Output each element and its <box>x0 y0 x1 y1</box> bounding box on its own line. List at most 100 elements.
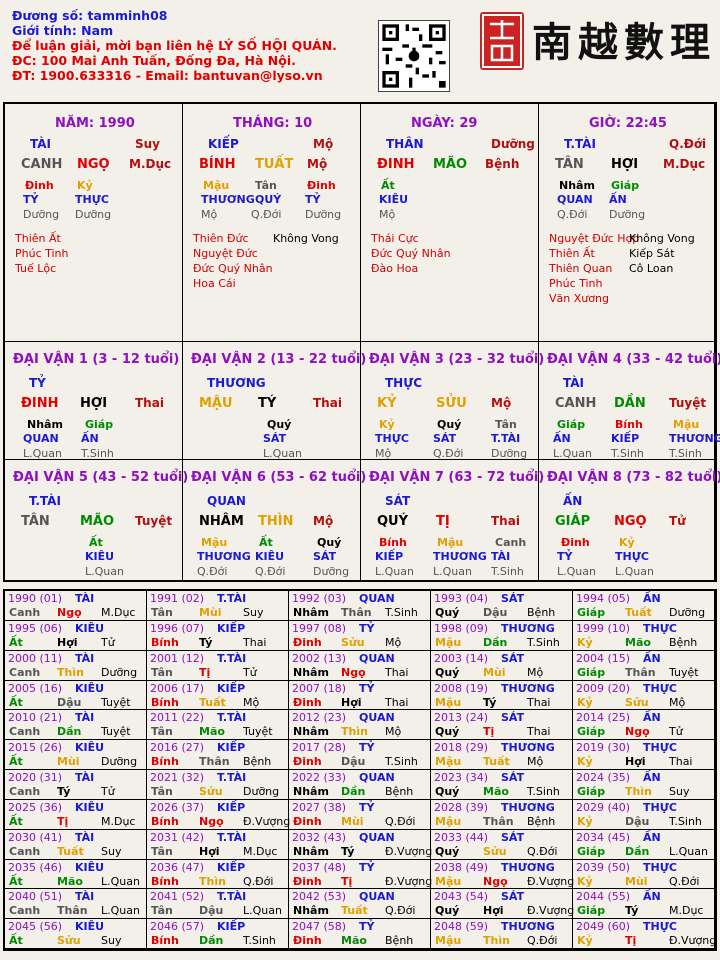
year-god: SÁT <box>501 771 525 784</box>
dai-van-stem: CANH <box>555 396 597 411</box>
dai-van-cell: ĐẠI VẬN 5 (43 - 52 tuổi) T.TÀI TÂN MÃO Tuyệt… <box>5 460 188 580</box>
year-branch: Ngọ <box>483 874 508 888</box>
hidden-life: Q.Đới <box>251 208 282 221</box>
year-cell: 2019 (30) THỰC Kỷ Hợi Thai <box>573 740 715 770</box>
year-stem: Giáp <box>577 725 606 739</box>
year-branch: Sửu <box>483 844 507 858</box>
year-god: THƯƠNG <box>501 681 555 695</box>
auspicious-star: Nguyệt Đức Hợp <box>549 232 640 245</box>
pillar-branch: NGỌ <box>77 157 110 172</box>
year-branch: Tuất <box>625 606 652 619</box>
year-cell: 2000 (11) TÀI Canh Thìn Dưỡng <box>5 650 147 681</box>
year-cell: 2037 (48) TỶ Đinh Tị Đ.Vượng <box>289 859 433 890</box>
year-branch: Dậu <box>199 904 224 918</box>
pillar-stem: BÍNH <box>199 157 236 172</box>
year-life: Bệnh <box>669 635 698 649</box>
pillar-title: THÁNG: 10 <box>233 116 313 131</box>
year-stem: Đinh <box>293 874 322 888</box>
year-cell: 2044 (55) ẤN Giáp Tý M.Dục <box>573 889 715 920</box>
year-stem: Mậu <box>435 814 462 828</box>
year-label: 2013 (24) <box>434 711 489 725</box>
year-label: 2004 (15) <box>576 651 631 665</box>
dai-van-stem: ĐINH <box>21 396 59 411</box>
pillar-stem: TÂN <box>555 157 584 172</box>
year-branch: Hợi <box>483 904 504 918</box>
year-life: Đ.Vượng <box>385 874 433 888</box>
year-branch: Tị <box>341 874 353 888</box>
year-god: KIẾP <box>217 621 246 635</box>
year-branch: Sửu <box>341 635 365 649</box>
year-stem: Canh <box>9 844 41 858</box>
year-stem: Nhâm <box>293 725 329 739</box>
hidden-god: QUAN <box>23 432 59 445</box>
pillar-branch: TUẤT <box>255 157 294 172</box>
year-stem: Giáp <box>577 606 606 619</box>
year-cell: 2049 (60) THỰC Kỷ Tị Đ.Vượng <box>573 919 716 949</box>
year-branch: Mão <box>625 635 651 649</box>
seal-icon <box>480 12 524 70</box>
year-branch: Thìn <box>341 725 368 739</box>
year-life: Tử <box>101 635 115 649</box>
hidden-stem: Quý <box>437 418 462 431</box>
year-label: 1994 (05) <box>576 592 631 605</box>
year-branch: Thân <box>341 606 372 619</box>
dai-van-cell: ĐẠI VẬN 1 (3 - 12 tuổi) TỶ ĐINH HỢI Thai Nhâm… <box>5 342 183 460</box>
year-cell: 2007 (18) TỶ Đinh Hợi Thai <box>289 680 431 711</box>
year-cell: 2013 (24) SÁT Quý Tị Thai <box>431 710 573 741</box>
year-label: 2040 (51) <box>8 890 63 904</box>
dai-van-branch: DẦN <box>614 396 646 411</box>
hidden-life: Dưỡng <box>609 208 646 221</box>
year-stem: Ất <box>9 874 23 888</box>
hidden-life: Mộ <box>201 208 218 221</box>
year-life: Mộ <box>527 665 544 679</box>
address: ĐC: 100 Mai Anh Tuấn, Đống Đa, Hà Nội. <box>12 53 296 68</box>
year-life: Đ.Vượng <box>527 874 575 888</box>
year-stem: Kỷ <box>577 695 593 709</box>
dai-van-god: TỶ <box>29 376 46 390</box>
hidden-life: Q.Đới <box>255 565 286 578</box>
dai-van-branch: THÌN <box>258 514 294 529</box>
year-god: KIÊU <box>75 800 105 814</box>
year-stem: Canh <box>9 665 41 679</box>
year-label: 2032 (43) <box>292 830 347 844</box>
pillar-stem: CANH <box>21 157 63 172</box>
year-branch: Thìn <box>625 785 652 798</box>
year-stem: Quý <box>435 606 460 619</box>
dai-van-god: T.TÀI <box>29 494 61 508</box>
year-label: 2043 (54) <box>434 890 489 904</box>
brand-title: 南越數理 <box>532 19 716 66</box>
auspicious-star: Thiên Ất <box>549 247 595 260</box>
auspicious-star: Văn Xương <box>549 292 609 305</box>
year-branch: Tị <box>625 934 637 948</box>
year-cell: 2015 (26) KIÊU Ất Mùi Dưỡng <box>5 740 147 770</box>
year-stem: Tân <box>151 725 173 739</box>
hidden-stem: Tân <box>495 418 517 431</box>
dai-van-title: ĐẠI VẬN 8 (73 - 82 tuổi) <box>547 470 720 485</box>
pillar-god: KIẾP <box>208 137 239 151</box>
hidden-god: SÁT <box>433 432 457 445</box>
year-god: SÁT <box>501 651 525 665</box>
hidden-stem: Đinh <box>307 179 336 192</box>
pillar-stem: ĐINH <box>377 157 415 172</box>
pillar-cell: THÁNG: 10 KIẾP Mộ BÍNH TUẤT Mộ Mậu THƯƠNG Mộ Tân Q… <box>183 104 361 342</box>
year-label: 2015 (26) <box>8 741 63 755</box>
year-god: THƯƠNG <box>501 860 555 874</box>
hidden-stem: Mậu <box>673 418 700 431</box>
year-label: 1999 (10) <box>576 621 631 635</box>
owner-name: Đương số: tamminh08 <box>12 8 168 23</box>
year-label: 2018 (29) <box>434 741 489 755</box>
dai-van-cell: ĐẠI VẬN 2 (13 - 22 tuổi) THƯƠNG MẬU TÝ Thai Q… <box>183 342 366 460</box>
dai-van-life: Thai <box>313 396 342 410</box>
year-label: 2021 (32) <box>150 771 205 784</box>
year-life: Bệnh <box>527 606 556 619</box>
year-god: THỰC <box>643 621 677 635</box>
hidden-stem: Kỷ <box>77 179 93 192</box>
year-life: Dưỡng <box>101 755 138 769</box>
year-label: 1993 (04) <box>434 592 489 605</box>
year-label: 2034 (45) <box>576 830 631 844</box>
dai-van-stem: TÂN <box>21 514 50 529</box>
year-god: QUAN <box>359 592 395 605</box>
year-label: 1995 (06) <box>8 621 63 635</box>
year-branch: Dậu <box>483 606 508 619</box>
year-branch: Mão <box>483 785 509 798</box>
